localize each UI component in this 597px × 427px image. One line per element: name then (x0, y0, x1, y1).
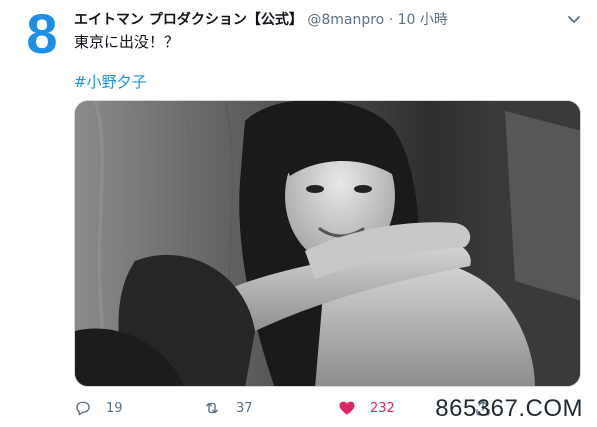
tweet-header: エイトマン プロダクション【公式】 @8manpro · 10 小時 (74, 10, 557, 30)
retweet-count: 37 (236, 400, 253, 416)
watermark: 865367.COM (435, 395, 583, 422)
like-button[interactable]: 232 (338, 396, 395, 420)
timestamp[interactable]: 10 小時 (398, 12, 448, 28)
hashtag-link[interactable]: #小野夕子 (74, 72, 147, 92)
avatar-logo: 8 (26, 2, 58, 65)
reply-icon (76, 401, 90, 416)
reply-count: 19 (106, 400, 123, 416)
display-name[interactable]: エイトマン プロダクション【公式】 (74, 12, 303, 28)
like-count: 232 (370, 400, 395, 416)
avatar[interactable]: 8 (18, 4, 66, 64)
chevron-down-icon[interactable] (565, 10, 583, 28)
retweet-button[interactable]: 37 (202, 396, 253, 420)
like-icon (339, 401, 355, 415)
retweet-icon (206, 402, 218, 414)
separator: · (388, 12, 394, 28)
handle[interactable]: @8manpro (307, 12, 384, 28)
photo-image (75, 101, 580, 386)
tweet-photo[interactable] (74, 100, 581, 387)
tweet-text: 東京に出没！？ (74, 33, 180, 51)
reply-button[interactable]: 19 (74, 396, 123, 420)
